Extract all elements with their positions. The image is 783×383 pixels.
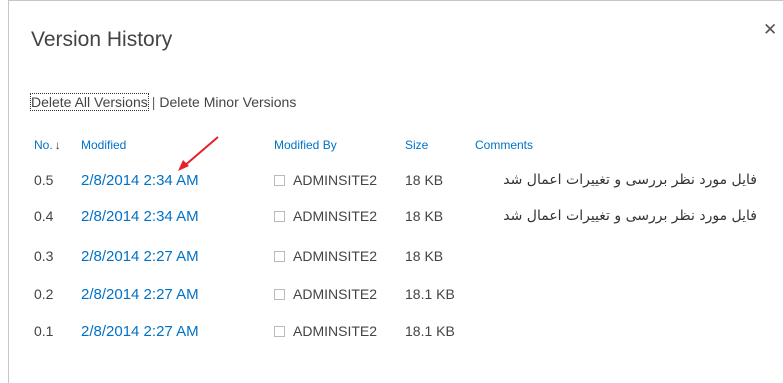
modified-date-link[interactable]: 2/8/2014 2:34 AM (81, 172, 199, 189)
modified-date-link[interactable]: 2/8/2014 2:27 AM (81, 286, 199, 303)
modified-by: ADMINSITE2 (274, 248, 377, 264)
file-size: 18 KB (405, 208, 444, 224)
column-header-modified-by[interactable]: Modified By (274, 138, 337, 152)
delete-all-versions-link[interactable]: Delete All Versions (30, 93, 149, 111)
file-size: 18.1 KB (405, 323, 455, 339)
version-number: 0.3 (34, 248, 54, 264)
modified-by-name[interactable]: ADMINSITE2 (293, 248, 377, 264)
comment: فایل مورد نظر بررسی و تغییرات اعمال شد (503, 172, 757, 188)
column-header-size[interactable]: Size (405, 138, 428, 152)
version-number: 0.4 (34, 208, 54, 224)
table-row: 0.2 2/8/2014 2:27 AM ADMINSITE2 18.1 KB (9, 286, 769, 310)
modified-by-name[interactable]: ADMINSITE2 (293, 172, 377, 188)
modified-by: ADMINSITE2 (274, 172, 377, 188)
version-number: 0.1 (34, 323, 54, 339)
version-number: 0.5 (34, 172, 54, 188)
column-header-comments[interactable]: Comments (475, 138, 533, 152)
modified-by: ADMINSITE2 (274, 286, 377, 302)
version-actions: Delete All Versions | Delete Minor Version… (30, 93, 296, 111)
file-size: 18.1 KB (405, 286, 455, 302)
table-row: 0.1 2/8/2014 2:27 AM ADMINSITE2 18.1 KB (9, 323, 769, 347)
version-history-dialog: Version History ✕ Delete All Versions | De… (8, 0, 783, 383)
close-icon[interactable]: ✕ (763, 21, 777, 38)
comment: فایل مورد نظر بررسی و تغییرات اعمال شد (503, 208, 757, 224)
modified-by: ADMINSITE2 (274, 323, 377, 339)
table-row: 0.5 2/8/2014 2:34 AM ADMINSITE2 18 KB فا… (9, 172, 769, 196)
table-row: 0.3 2/8/2014 2:27 AM ADMINSITE2 18 KB (9, 248, 769, 272)
file-size: 18 KB (405, 248, 444, 264)
file-size: 18 KB (405, 172, 444, 188)
presence-icon (274, 326, 285, 337)
dialog-title: Version History (31, 28, 173, 51)
presence-icon (274, 211, 285, 222)
modified-by: ADMINSITE2 (274, 208, 377, 224)
column-header-modified[interactable]: Modified (81, 138, 126, 152)
column-header-no[interactable]: No. ↓ (34, 138, 61, 152)
modified-by-name[interactable]: ADMINSITE2 (293, 208, 377, 224)
column-header-no-label: No. (34, 138, 53, 152)
modified-by-name[interactable]: ADMINSITE2 (293, 323, 377, 339)
modified-date-link[interactable]: 2/8/2014 2:27 AM (81, 248, 199, 265)
annotation-arrow-icon (178, 136, 219, 171)
delete-minor-versions-link[interactable]: Delete Minor Versions (159, 94, 296, 110)
presence-icon (274, 289, 285, 300)
modified-by-name[interactable]: ADMINSITE2 (293, 286, 377, 302)
modified-date-link[interactable]: 2/8/2014 2:34 AM (81, 208, 199, 225)
version-number: 0.2 (34, 286, 54, 302)
sort-descending-icon: ↓ (54, 138, 61, 152)
presence-icon (274, 251, 285, 262)
table-row: 0.4 2/8/2014 2:34 AM ADMINSITE2 18 KB فا… (9, 208, 769, 232)
modified-date-link[interactable]: 2/8/2014 2:27 AM (81, 323, 199, 340)
actions-separator: | (151, 94, 156, 110)
presence-icon (274, 175, 285, 186)
